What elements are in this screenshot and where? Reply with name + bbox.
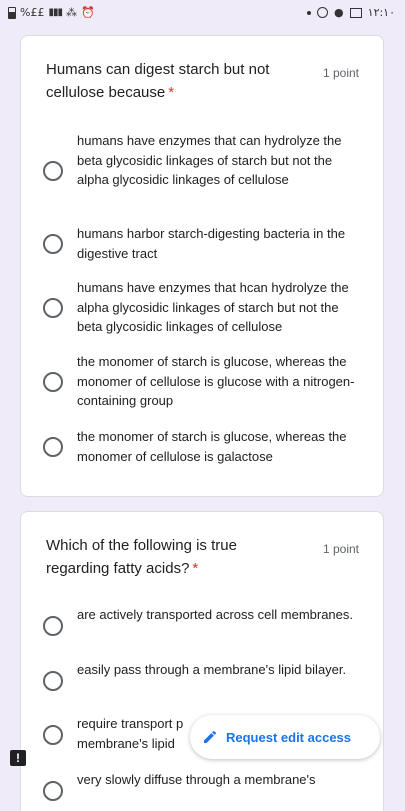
radio-button[interactable] (43, 234, 63, 254)
pencil-icon (204, 730, 217, 743)
whatsapp-icon (317, 7, 329, 18)
network-icon: ⁂ (65, 6, 77, 19)
notification-dot-icon (307, 10, 312, 15)
question-card-2: Which of the following is true regarding… (20, 511, 384, 811)
option-label: the monomer of starch is glucose, wherea… (77, 429, 347, 464)
question-card-1: Humans can digest starch but not cellulo… (20, 35, 384, 497)
alarm-icon: ⏰ (80, 6, 95, 19)
status-right: ● ١٢:١٠ (307, 6, 395, 19)
request-edit-access-button[interactable]: Request edit access (190, 715, 380, 759)
radio-button[interactable] (43, 616, 63, 636)
option-label: the monomer of starch is glucose, wherea… (77, 354, 355, 408)
battery-icon (8, 6, 16, 19)
required-asterisk: * (168, 84, 175, 101)
option-label: require transport p membrane's lipid (77, 716, 184, 751)
option-4[interactable]: very slowly diffuse through a membrane's (43, 770, 373, 801)
exclamation-icon[interactable]: ! (10, 750, 26, 766)
option-2[interactable]: humans harbor starch-digesting bacteria … (43, 224, 373, 264)
required-asterisk: * (192, 560, 199, 577)
person-icon: ● (334, 6, 344, 19)
option-label: are actively transported across cell mem… (77, 607, 354, 622)
option-label: very slowly diffuse through a membrane's (77, 772, 316, 787)
radio-button[interactable] (43, 372, 63, 392)
question-title: Humans can digest starch but not cellulo… (46, 61, 270, 101)
gallery-icon (349, 7, 362, 18)
option-label: humans have enzymes that can hydrolyze t… (77, 133, 342, 187)
status-bar: %££ ▮▮▮ ⁂ ⏰ ● ١٢:١٠ (0, 0, 405, 26)
radio-button[interactable] (43, 298, 63, 318)
question-title: Which of the following is true regarding… (46, 537, 237, 577)
radio-button[interactable] (43, 437, 63, 457)
battery-percent: %££ (20, 6, 45, 19)
radio-button[interactable] (43, 161, 63, 181)
status-left: %££ ▮▮▮ ⁂ ⏰ (8, 6, 95, 19)
option-2[interactable]: easily pass through a membrane's lipid b… (43, 660, 373, 700)
radio-button[interactable] (43, 781, 63, 801)
option-5[interactable]: the monomer of starch is glucose, wherea… (43, 427, 373, 467)
radio-button[interactable] (43, 725, 63, 745)
option-label: humans have enzymes that hcan hydrolyze … (77, 280, 349, 334)
option-1[interactable]: are actively transported across cell mem… (43, 605, 373, 645)
request-edit-access-label: Request edit access (226, 729, 352, 745)
option-label: easily pass through a membrane's lipid b… (77, 662, 347, 677)
option-4[interactable]: the monomer of starch is glucose, wherea… (43, 352, 373, 412)
option-3[interactable]: humans have enzymes that hcan hydrolyze … (43, 278, 373, 338)
option-1[interactable]: humans have enzymes that can hydrolyze t… (43, 131, 373, 211)
points-label: 1 point (322, 66, 359, 80)
points-label: 1 point (322, 542, 359, 556)
option-label: humans harbor starch-digesting bacteria … (77, 226, 346, 261)
radio-button[interactable] (43, 671, 63, 691)
clock-time: ١٢:١٠ (367, 6, 395, 19)
signal-icon: ▮▮▮ (48, 7, 62, 18)
